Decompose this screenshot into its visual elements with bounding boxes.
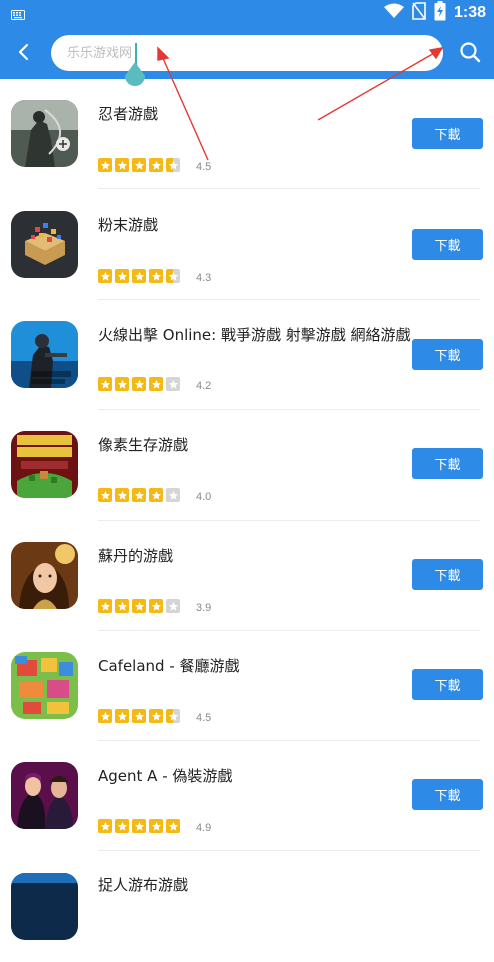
star-full-icon (149, 269, 163, 283)
app-name[interactable]: 像素生存游戲 (98, 434, 188, 455)
rating-value: 4.3 (196, 272, 212, 284)
star-full-icon (132, 158, 146, 172)
cafeland-icon[interactable] (11, 652, 78, 719)
download-button[interactable]: 下載 (412, 559, 483, 590)
download-button[interactable]: 下載 (412, 118, 483, 149)
download-button[interactable]: 下載 (412, 229, 483, 260)
app-name[interactable]: Agent A - 偽裝游戲 (98, 765, 232, 786)
star-empty-icon (166, 377, 180, 391)
rating-value: 4.2 (196, 380, 212, 392)
app-name[interactable]: 粉末游戲 (98, 214, 158, 235)
star-full-icon (115, 158, 129, 172)
rating-value: 4.5 (196, 161, 212, 173)
app-name[interactable]: 火線出擊 Online: 戰爭游戲 射擊游戲 網絡游戲 (98, 324, 411, 345)
star-full-icon (149, 488, 163, 502)
star-full-icon (149, 819, 163, 833)
star-full-icon (98, 377, 112, 391)
star-empty-icon (166, 599, 180, 613)
app-name[interactable]: 捉人游布游戲 (98, 874, 188, 895)
divider (98, 850, 480, 851)
star-full-icon (115, 488, 129, 502)
sultan-game-icon[interactable] (11, 542, 78, 609)
star-full-icon (98, 819, 112, 833)
star-rating (98, 819, 180, 833)
star-rating (98, 709, 180, 723)
star-full-icon (132, 819, 146, 833)
top-bar: 1:38 (0, 0, 494, 79)
star-full-icon (132, 377, 146, 391)
star-rating (98, 599, 180, 613)
list-item[interactable]: 忍者游戲 4.5 下載 (0, 79, 494, 189)
star-rating (98, 488, 180, 502)
star-half-icon (166, 158, 180, 172)
search-button[interactable] (456, 38, 484, 66)
list-item[interactable]: 火線出擊 Online: 戰爭游戲 射擊游戲 網絡游戲 4.2 下載 (0, 300, 494, 410)
star-full-icon (132, 488, 146, 502)
star-full-icon (132, 599, 146, 613)
app-name[interactable]: Cafeland - 餐廳游戲 (98, 655, 240, 676)
star-empty-icon (166, 488, 180, 502)
star-full-icon (115, 599, 129, 613)
star-full-icon (149, 709, 163, 723)
list-item[interactable]: Cafeland - 餐廳游戲 4.5 下載 (0, 631, 494, 741)
star-full-icon (149, 599, 163, 613)
list-item[interactable]: 粉末游戲 4.3 下載 (0, 189, 494, 300)
star-full-icon (115, 819, 129, 833)
star-full-icon (115, 709, 129, 723)
rating-value: 3.9 (196, 602, 212, 614)
app-name[interactable]: 忍者游戲 (98, 103, 158, 124)
rating-value: 4.0 (196, 491, 212, 503)
list-item[interactable]: 捉人游布游戲 (0, 852, 494, 962)
star-full-icon (166, 819, 180, 833)
download-button[interactable]: 下載 (412, 779, 483, 810)
powder-game-icon[interactable] (11, 211, 78, 278)
list-item[interactable]: 蘇丹的游戲 3.9 下載 (0, 521, 494, 631)
wifi-icon (383, 3, 404, 23)
list-item[interactable]: Agent A - 偽裝游戲 4.9 下載 (0, 741, 494, 851)
rating-value: 4.5 (196, 712, 212, 724)
keyboard-icon (11, 5, 25, 24)
search-icon (460, 42, 481, 63)
star-full-icon (149, 158, 163, 172)
modern-strike-icon[interactable] (11, 321, 78, 388)
star-full-icon (132, 269, 146, 283)
app-name[interactable]: 蘇丹的游戲 (98, 545, 173, 566)
star-full-icon (132, 709, 146, 723)
star-full-icon (115, 377, 129, 391)
star-rating (98, 158, 180, 172)
star-full-icon (98, 269, 112, 283)
download-button[interactable]: 下載 (412, 339, 483, 370)
ninja-game-icon[interactable] (11, 100, 78, 167)
star-full-icon (98, 709, 112, 723)
search-input[interactable] (67, 35, 427, 71)
pixel-survival-icon[interactable] (11, 431, 78, 498)
battery-charging-icon (434, 1, 446, 25)
no-sim-icon (412, 2, 426, 24)
star-full-icon (115, 269, 129, 283)
star-full-icon (98, 158, 112, 172)
chevron-left-icon (18, 43, 29, 61)
star-full-icon (98, 488, 112, 502)
status-time: 1:38 (453, 4, 486, 21)
star-half-icon (166, 269, 180, 283)
status-bar: 1:38 (0, 0, 494, 24)
star-rating (98, 377, 180, 391)
search-box[interactable] (51, 35, 443, 71)
partial-app-icon[interactable] (11, 873, 78, 940)
rating-value: 4.9 (196, 822, 212, 834)
star-rating (98, 269, 180, 283)
download-button[interactable]: 下載 (412, 669, 483, 700)
back-button[interactable] (10, 38, 38, 66)
download-button[interactable]: 下載 (412, 448, 483, 479)
star-full-icon (149, 377, 163, 391)
agent-a-icon[interactable] (11, 762, 78, 829)
star-full-icon (98, 599, 112, 613)
list-item[interactable]: 像素生存游戲 4.0 下載 (0, 410, 494, 521)
star-half-icon (166, 709, 180, 723)
